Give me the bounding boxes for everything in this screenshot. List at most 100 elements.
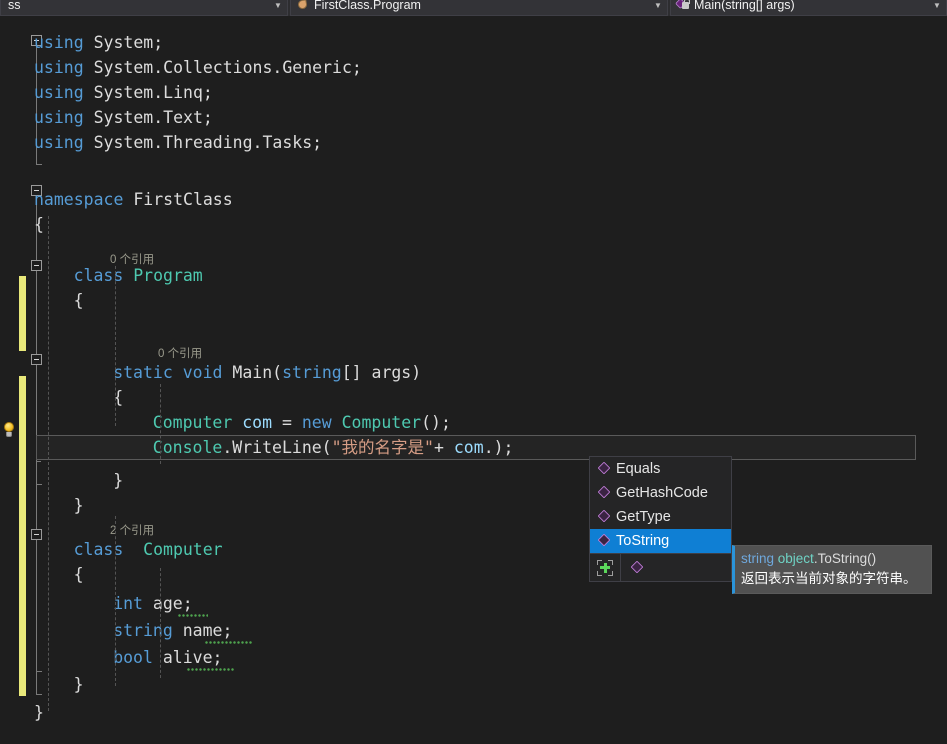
code-token: Computer bbox=[341, 413, 422, 432]
completion-item-label: GetType bbox=[616, 509, 671, 525]
method-private-icon bbox=[675, 0, 691, 12]
codelens-reference-count[interactable]: 0 个引用 bbox=[110, 248, 154, 268]
chevron-down-icon: ▼ bbox=[654, 0, 662, 10]
completion-item-tostring[interactable]: ToString bbox=[590, 529, 731, 553]
code-line: Computer com = new Computer(); bbox=[153, 410, 451, 435]
code-token: [] args) bbox=[341, 363, 422, 382]
code-line: { bbox=[74, 288, 84, 313]
code-token: bool bbox=[113, 648, 153, 667]
method-icon bbox=[629, 560, 645, 576]
code-token: System; bbox=[83, 33, 164, 52]
class-icon bbox=[295, 0, 311, 12]
code-token: System.Text; bbox=[83, 108, 213, 127]
completion-item-label: ToString bbox=[616, 533, 670, 549]
code-editor[interactable]: using System; using System.Collections.Ge… bbox=[0, 16, 947, 744]
code-token: Main( bbox=[222, 363, 283, 382]
code-token: static bbox=[113, 363, 173, 382]
warning-squiggle bbox=[187, 668, 234, 671]
completion-item-gethashcode[interactable]: GetHashCode bbox=[590, 481, 731, 505]
glyph-margin bbox=[0, 16, 18, 744]
navigation-bar: ss ▼ FirstClass.Program ▼ Main(string[] … bbox=[0, 0, 947, 16]
project-dropdown[interactable]: ss ▼ bbox=[0, 0, 288, 16]
code-line: using System.Threading.Tasks; bbox=[34, 130, 322, 155]
code-token: using bbox=[34, 133, 84, 152]
code-token: { bbox=[73, 291, 84, 310]
code-line: } bbox=[113, 468, 123, 493]
code-token: int bbox=[113, 594, 143, 613]
code-token: Console bbox=[152, 438, 223, 457]
code-token: System.Collections.Generic; bbox=[83, 58, 362, 77]
code-token: using bbox=[34, 33, 84, 52]
completion-item-label: GetHashCode bbox=[616, 485, 708, 501]
indent-guide bbox=[48, 216, 49, 711]
warning-squiggle bbox=[205, 641, 252, 644]
method-icon bbox=[596, 509, 616, 525]
code-token: "我的名字是" bbox=[331, 438, 434, 457]
code-token: alive; bbox=[152, 648, 223, 667]
tooltip-signature-keyword: string bbox=[741, 551, 775, 566]
code-token: .WriteLine( bbox=[222, 438, 332, 457]
type-dropdown[interactable]: FirstClass.Program ▼ bbox=[290, 0, 668, 16]
tooltip-signature: string object.ToString() bbox=[741, 549, 925, 569]
code-token: Computer bbox=[152, 413, 233, 432]
completion-item-equals[interactable]: Equals bbox=[590, 457, 731, 481]
code-line: Console.WriteLine("我的名字是"+ com.); bbox=[153, 435, 514, 460]
quick-actions-lightbulb-icon[interactable] bbox=[1, 422, 17, 439]
code-line: using System.Collections.Generic; bbox=[34, 55, 362, 80]
code-token: System.Linq; bbox=[83, 83, 213, 102]
codelens-reference-count[interactable]: 0 个引用 bbox=[158, 342, 202, 362]
intellisense-completion-list[interactable]: Equals GetHashCode GetType ToString bbox=[589, 456, 732, 582]
expander-plus-icon[interactable] bbox=[590, 554, 621, 581]
code-token: { bbox=[34, 215, 44, 234]
code-line: static void Main(string[] args) bbox=[113, 360, 421, 385]
indent-guide bbox=[115, 266, 116, 426]
method-icon bbox=[596, 533, 616, 549]
indent-guide bbox=[160, 568, 161, 678]
code-line: string name; bbox=[113, 618, 232, 643]
completion-item-label: Equals bbox=[616, 461, 661, 477]
warning-squiggle bbox=[178, 614, 208, 617]
code-token: .); bbox=[483, 438, 514, 457]
code-token: } bbox=[113, 471, 124, 490]
tooltip-description: 返回表示当前对象的字符串。 bbox=[741, 571, 917, 586]
tooltip-signature-member: .ToString() bbox=[813, 551, 877, 566]
code-token: } bbox=[73, 675, 84, 694]
code-token: (); bbox=[421, 413, 451, 432]
member-dropdown[interactable]: Main(string[] args) ▼ bbox=[670, 0, 947, 16]
project-dropdown-label: ss bbox=[8, 0, 21, 12]
code-token: using bbox=[34, 108, 84, 127]
completion-tooltip: string object.ToString() 返回表示当前对象的字符串。 bbox=[732, 545, 932, 594]
code-line: } bbox=[34, 700, 44, 725]
codelens-reference-count[interactable]: 2 个引用 bbox=[110, 519, 154, 539]
completion-filter-toolbar[interactable] bbox=[590, 553, 731, 581]
member-dropdown-label: Main(string[] args) bbox=[694, 0, 795, 12]
code-token: { bbox=[73, 565, 84, 584]
code-line: } bbox=[74, 493, 84, 518]
completion-item-gettype[interactable]: GetType bbox=[590, 505, 731, 529]
code-line: int age; bbox=[113, 591, 192, 616]
tooltip-signature-type: object bbox=[777, 551, 814, 566]
chevron-down-icon: ▼ bbox=[933, 0, 941, 10]
code-surface[interactable]: using System; using System.Collections.Ge… bbox=[26, 16, 947, 744]
code-token: + bbox=[434, 438, 454, 457]
code-token: age; bbox=[143, 594, 193, 613]
change-tracking-margin bbox=[19, 16, 26, 744]
code-token: new bbox=[301, 413, 332, 432]
code-line: bool alive; bbox=[113, 645, 222, 670]
code-token: string bbox=[113, 621, 173, 640]
code-token: string bbox=[282, 363, 342, 382]
code-token: void bbox=[182, 363, 223, 382]
code-token: Computer bbox=[143, 540, 223, 559]
change-bar bbox=[19, 376, 26, 696]
code-line: namespace FirstClass bbox=[34, 187, 233, 212]
code-line: class Computer bbox=[74, 537, 223, 562]
method-filter-icon[interactable] bbox=[621, 554, 652, 581]
code-token: Program bbox=[133, 266, 203, 285]
code-token: namespace bbox=[34, 190, 124, 209]
code-token: } bbox=[73, 496, 84, 515]
